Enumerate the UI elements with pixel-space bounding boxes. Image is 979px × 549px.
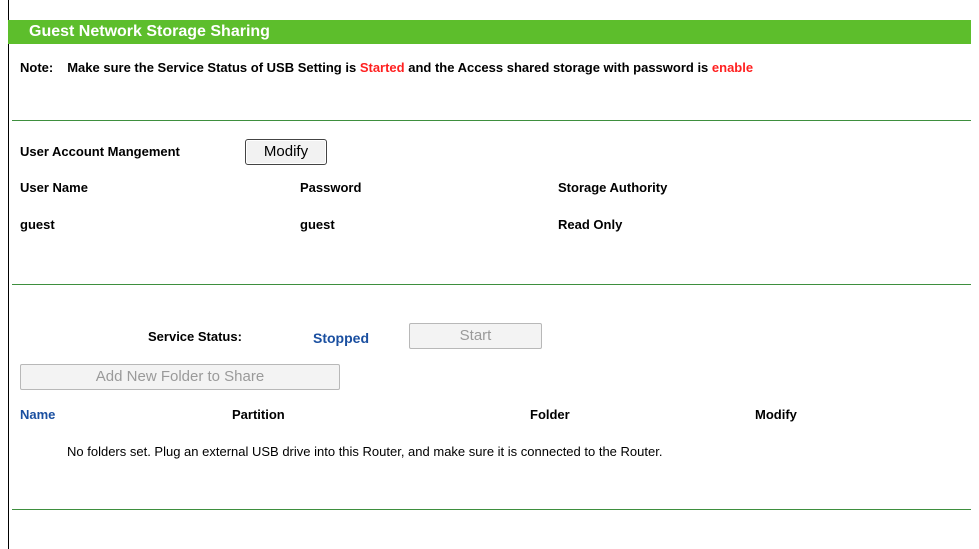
col-modify: Modify [755,407,797,422]
divider [12,284,971,285]
row-storage-authority: Read Only [558,217,623,232]
service-status-value: Stopped [313,330,369,346]
modify-button[interactable]: Modify [245,139,327,165]
start-button[interactable]: Start [409,323,542,349]
note-part2: and the Access shared storage with passw… [404,60,712,75]
col-user-name: User Name [20,180,88,195]
page-title: Guest Network Storage Sharing [29,23,270,40]
col-folder: Folder [530,407,570,422]
add-new-folder-button[interactable]: Add New Folder to Share [20,364,340,390]
col-password: Password [300,180,362,195]
col-name: Name [20,407,56,422]
note-part1: Make sure the Service Status of USB Sett… [67,60,360,75]
empty-folders-message: No folders set. Plug an external USB dri… [67,444,663,459]
user-account-management-label: User Account Mangement [20,144,180,159]
col-partition: Partition [232,407,285,422]
note-label: Note: [20,60,54,75]
note-enable: enable [711,60,754,75]
divider [12,120,971,121]
row-user-name: guest [20,217,55,232]
page-frame [8,0,979,549]
row-password: guest [300,217,335,232]
note-text: Note: Make sure the Service Status of USB… [20,60,753,76]
note-started: Started [359,60,405,75]
service-status-label: Service Status: [148,329,242,344]
col-storage-authority: Storage Authority [558,180,668,195]
divider [12,509,971,510]
